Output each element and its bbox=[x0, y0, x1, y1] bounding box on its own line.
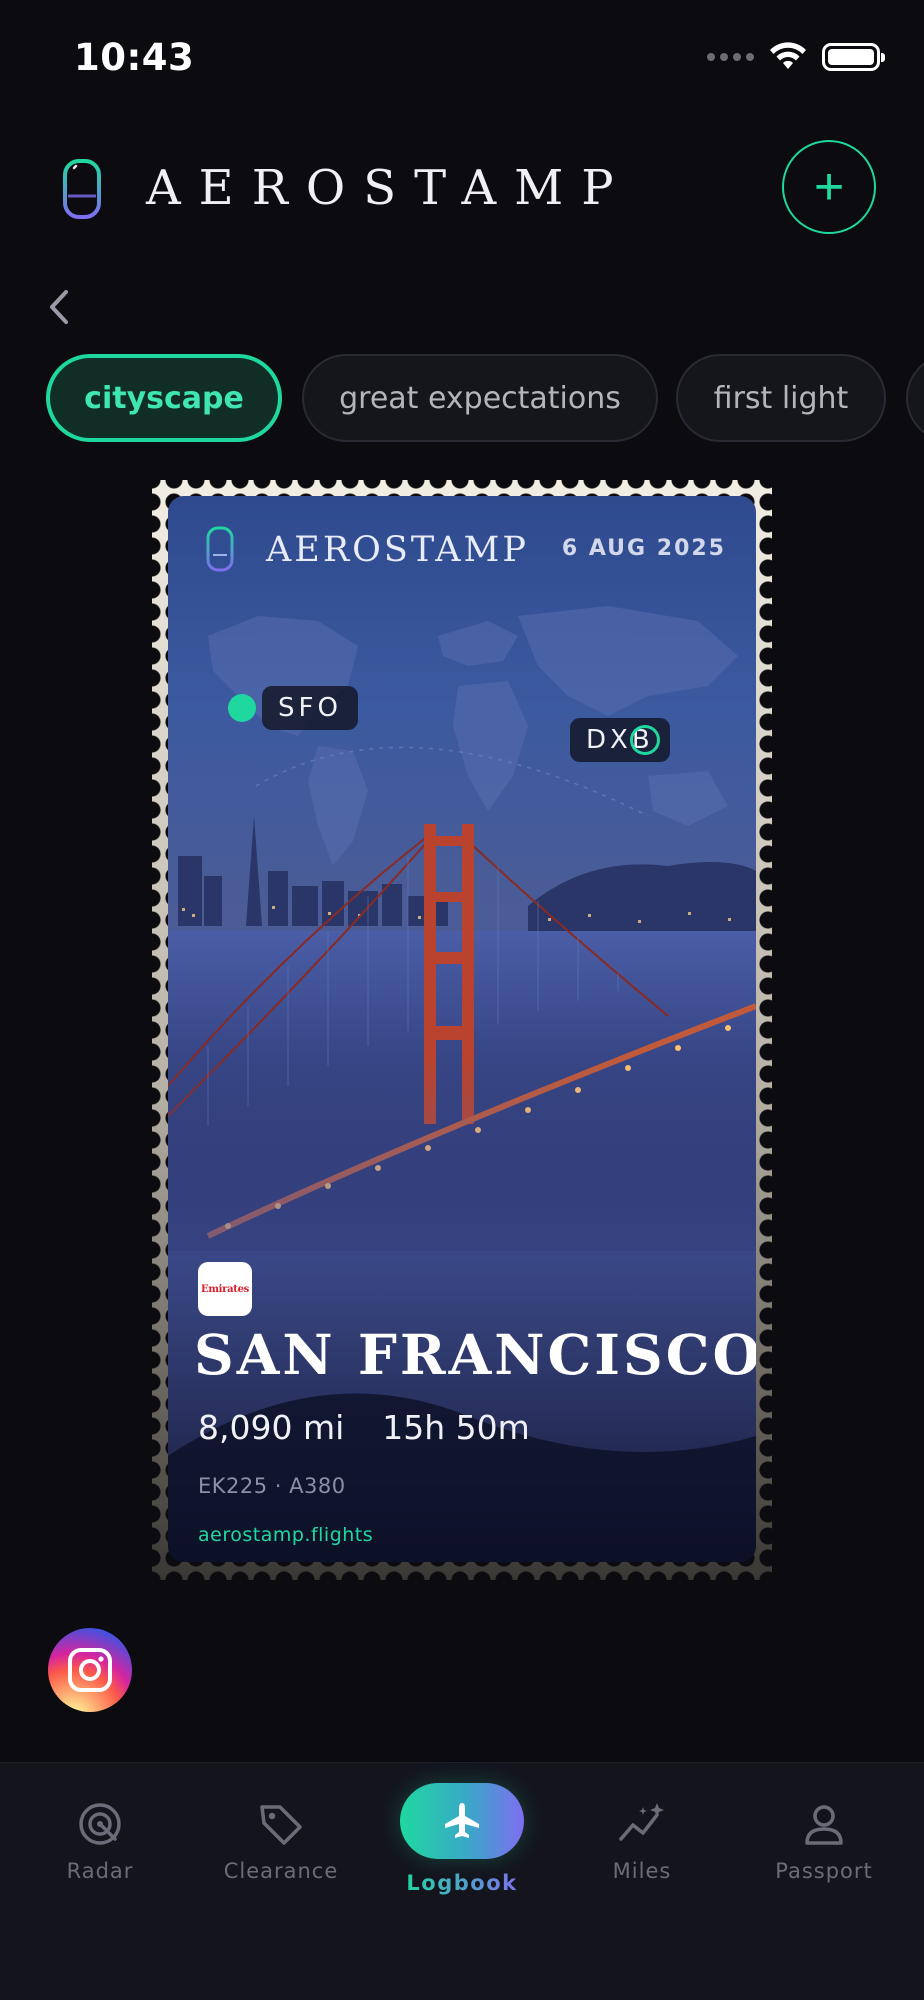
chip-cityscape[interactable]: cityscape bbox=[46, 354, 282, 442]
tab-logbook[interactable] bbox=[400, 1783, 524, 1859]
tab-miles[interactable]: Miles bbox=[552, 1763, 732, 1923]
tab-label: Miles bbox=[612, 1859, 672, 1883]
app-title: AEROSTAMP bbox=[146, 160, 632, 216]
status-time: 10:43 bbox=[74, 36, 195, 79]
user-icon bbox=[805, 1805, 843, 1845]
tab-label: Passport bbox=[775, 1859, 873, 1883]
instagram-share-button[interactable] bbox=[48, 1628, 132, 1712]
plane-icon bbox=[445, 1803, 479, 1838]
tab-label: Radar bbox=[66, 1859, 134, 1883]
stamp-url: aerostamp.flights bbox=[198, 1524, 374, 1546]
chip-first-light[interactable]: first light bbox=[676, 354, 886, 442]
cellular-signal-icon bbox=[707, 53, 754, 61]
tab-passport[interactable]: Passport bbox=[734, 1763, 914, 1923]
back-chevron-icon[interactable] bbox=[40, 282, 80, 332]
chip-great-expectations[interactable]: great expectations bbox=[302, 354, 658, 442]
destination-marker-icon bbox=[630, 725, 660, 755]
logo-icon bbox=[63, 159, 101, 219]
origin-marker-icon bbox=[228, 694, 256, 722]
wifi-icon bbox=[770, 42, 806, 69]
radar-icon bbox=[79, 1803, 121, 1845]
flight-distance: 8,090 mi bbox=[198, 1408, 345, 1447]
app-header: AEROSTAMP + bbox=[0, 130, 924, 250]
tab-radar[interactable]: Radar bbox=[10, 1763, 190, 1923]
airline-logo-wordmark: Emirates bbox=[201, 1283, 249, 1295]
instagram-icon bbox=[68, 1648, 112, 1692]
add-button[interactable]: + bbox=[782, 140, 876, 234]
flight-number-aircraft: EK225 · A380 bbox=[198, 1474, 346, 1498]
status-indicators bbox=[707, 42, 885, 72]
chip-next[interactable] bbox=[906, 354, 924, 442]
sparkline-icon bbox=[619, 1803, 664, 1841]
golden-gate-bridge-illustration bbox=[168, 816, 756, 1562]
status-bar: 10:43 bbox=[0, 0, 924, 110]
stamp-logo-icon bbox=[206, 526, 234, 572]
battery-icon bbox=[822, 43, 885, 71]
origin-airport-code: SFO bbox=[262, 686, 358, 730]
stamp-card[interactable]: AEROSTAMP 6 AUG 2025 SFO DXB Emirates SA… bbox=[168, 496, 756, 1562]
stamp-brand: AEROSTAMP bbox=[266, 530, 529, 570]
style-chips: cityscape great expectations first light bbox=[46, 352, 924, 444]
flight-stats: 8,090 mi 15h 50m bbox=[198, 1408, 530, 1447]
tab-label-logbook: Logbook bbox=[400, 1871, 524, 1895]
destination-city: SAN FRANCISCO bbox=[194, 1322, 756, 1387]
stamp-date: 6 AUG 2025 bbox=[561, 536, 726, 561]
airline-logo: Emirates bbox=[198, 1262, 252, 1316]
tab-bar: Radar Clearance Logbook Miles Passport bbox=[0, 1762, 924, 2000]
tab-label: Clearance bbox=[223, 1859, 339, 1883]
tab-clearance[interactable]: Clearance bbox=[191, 1763, 371, 1923]
flight-duration: 15h 50m bbox=[382, 1408, 530, 1447]
tag-icon bbox=[260, 1805, 302, 1845]
